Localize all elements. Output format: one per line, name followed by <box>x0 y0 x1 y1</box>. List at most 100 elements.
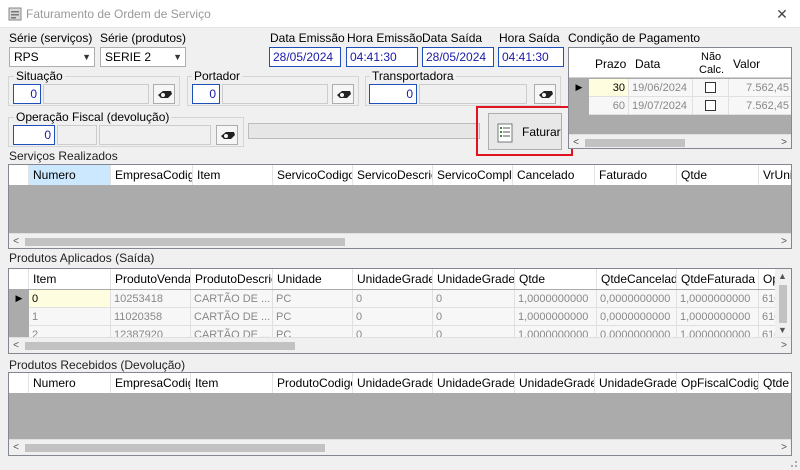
horizontal-scrollbar[interactable]: < > <box>569 134 791 148</box>
portador-code-field[interactable]: 0 <box>192 84 220 104</box>
col-servico-codigo[interactable]: ServicoCodigo <box>273 165 353 185</box>
col-unidade-grade3[interactable]: UnidadeGrade3 <box>515 373 595 393</box>
checkbox[interactable] <box>705 100 716 111</box>
col-empresa-codigo[interactable]: EmpresaCodigo <box>111 165 193 185</box>
servicos-grid[interactable]: Numero EmpresaCodigo Item ServicoCodigo … <box>8 164 792 249</box>
col-unidade-grade4[interactable]: UnidadeGrade4 <box>595 373 677 393</box>
cell-qtde[interactable]: 1,0000000000 <box>515 290 597 308</box>
col-produto-codigo[interactable]: ProdutoCodigo <box>273 373 353 393</box>
col-qtde[interactable]: Qtde <box>515 269 597 289</box>
scroll-thumb[interactable] <box>25 238 345 246</box>
table-row[interactable]: 60 19/07/2024 7.562,45 <box>569 97 791 115</box>
table-row[interactable]: 1 11020358 CARTÃO DE ... PC 0 0 1,000000… <box>9 308 777 326</box>
data-emissao-field[interactable]: 28/05/2024 <box>269 47 341 67</box>
cell-unidade[interactable]: PC <box>273 308 353 326</box>
close-button[interactable]: ✕ <box>764 0 800 28</box>
cell-valor[interactable]: 7.562,45 <box>729 79 791 97</box>
scroll-down-icon[interactable]: ▼ <box>778 325 787 335</box>
col-produto-venda-codigo[interactable]: ProdutoVendaCodigo <box>111 269 191 289</box>
cell-nao-calc[interactable] <box>693 97 729 115</box>
cell-unidade-grade2[interactable]: 0 <box>433 308 515 326</box>
horizontal-scrollbar[interactable]: < > <box>9 233 791 248</box>
scroll-thumb[interactable] <box>25 444 325 452</box>
scroll-thumb[interactable] <box>779 285 787 323</box>
scroll-up-icon[interactable]: ▲ <box>778 271 787 281</box>
cell-qtde-cancelada[interactable]: 0,0000000000 <box>597 308 677 326</box>
col-numero[interactable]: Numero <box>29 373 111 393</box>
col-cancelado[interactable]: Cancelado <box>513 165 595 185</box>
col-item[interactable]: Item <box>29 269 111 289</box>
scroll-right-icon[interactable]: > <box>777 135 791 148</box>
hora-emissao-field[interactable]: 04:41:30 <box>346 47 418 67</box>
col-op-fiscal-codigo[interactable]: OpFiscalCodigo <box>677 373 759 393</box>
horizontal-scrollbar[interactable]: < > <box>9 337 791 353</box>
data-saida-field[interactable]: 28/05/2024 <box>422 47 494 67</box>
produtos-aplicados-grid[interactable]: Item ProdutoVendaCodigo ProdutoDescricao… <box>8 268 792 354</box>
cell-unidade-grade1[interactable]: 0 <box>353 290 433 308</box>
cell-prazo[interactable]: 60 <box>589 97 629 115</box>
cell-qtde-faturada[interactable]: 1,0000000000 <box>677 290 759 308</box>
scroll-left-icon[interactable]: < <box>9 440 23 455</box>
situacao-code-field[interactable]: 0 <box>13 84 41 104</box>
scroll-thumb[interactable] <box>585 139 685 147</box>
col-unidade[interactable]: Unidade <box>273 269 353 289</box>
cell-produto-descricao[interactable]: CARTÃO DE ... <box>191 308 273 326</box>
scroll-left-icon[interactable]: < <box>569 135 583 148</box>
cell-qtde-cancelada[interactable]: 0,0000000000 <box>597 290 677 308</box>
situacao-search-button[interactable] <box>153 84 175 104</box>
scroll-right-icon[interactable]: > <box>777 234 791 248</box>
cell-prazo[interactable]: 30 <box>589 79 629 97</box>
operacao-fiscal-code-field[interactable]: 0 <box>13 125 55 145</box>
col-vr-unit[interactable]: VrUnit <box>759 165 791 185</box>
cell-unidade[interactable]: PC <box>273 290 353 308</box>
transportadora-search-button[interactable] <box>534 84 556 104</box>
table-row[interactable]: 0 10253418 CARTÃO DE ... PC 0 0 1,000000… <box>9 290 777 308</box>
col-servico-descricao[interactable]: ServicoDescricao <box>353 165 433 185</box>
table-row[interactable]: 30 19/06/2024 7.562,45 <box>569 79 791 97</box>
cell-item[interactable]: 1 <box>29 308 111 326</box>
transportadora-code-field[interactable]: 0 <box>369 84 417 104</box>
col-unidade-grade1[interactable]: UnidadeGrade1 <box>353 373 433 393</box>
scroll-left-icon[interactable]: < <box>9 234 23 248</box>
cell-qtde-faturada[interactable]: 1,0000000000 <box>677 308 759 326</box>
scroll-left-icon[interactable]: < <box>9 338 23 353</box>
col-produto-descricao[interactable]: ProdutoDescricao <box>191 269 273 289</box>
scroll-right-icon[interactable]: > <box>777 440 791 455</box>
col-qtde[interactable]: Qtde <box>759 373 791 393</box>
checkbox[interactable] <box>705 82 716 93</box>
scroll-right-icon[interactable]: > <box>777 338 791 353</box>
cell-data[interactable]: 19/06/2024 <box>629 79 693 97</box>
cell-nao-calc[interactable] <box>693 79 729 97</box>
col-unidade-grade2[interactable]: UnidadeGrade2 <box>433 269 515 289</box>
resize-grip-icon[interactable] <box>786 458 798 468</box>
cell-qtde[interactable]: 1,0000000000 <box>515 308 597 326</box>
cell-data[interactable]: 19/07/2024 <box>629 97 693 115</box>
scroll-thumb[interactable] <box>25 342 295 350</box>
cell-produto-venda-codigo[interactable]: 10253418 <box>111 290 191 308</box>
cell-produto-descricao[interactable]: CARTÃO DE ... <box>191 290 273 308</box>
col-item[interactable]: Item <box>191 373 273 393</box>
vertical-scrollbar[interactable]: ▲ ▼ <box>775 269 791 337</box>
col-empresa-codigo[interactable]: EmpresaCodigo <box>111 373 191 393</box>
col-qtde[interactable]: Qtde <box>677 165 759 185</box>
col-unidade-grade1[interactable]: UnidadeGrade1 <box>353 269 433 289</box>
cell-unidade-grade2[interactable]: 0 <box>433 290 515 308</box>
cell-valor[interactable]: 7.562,45 <box>729 97 791 115</box>
col-qtde-faturada[interactable]: QtdeFaturada <box>677 269 759 289</box>
portador-search-button[interactable] <box>332 84 354 104</box>
serie-servicos-select[interactable]: RPS ▼ <box>9 47 95 67</box>
horizontal-scrollbar[interactable]: < > <box>9 439 791 455</box>
operacao-fiscal-search-button[interactable] <box>216 125 238 145</box>
col-faturado[interactable]: Faturado <box>595 165 677 185</box>
cell-unidade-grade1[interactable]: 0 <box>353 308 433 326</box>
condicao-pagamento-grid[interactable]: Prazo Data Não Calc. Valor ▶ 30 19/06/20… <box>568 47 792 149</box>
serie-produtos-select[interactable]: SERIE 2 ▼ <box>100 47 186 67</box>
hora-saida-field[interactable]: 04:41:30 <box>498 47 564 67</box>
col-item[interactable]: Item <box>193 165 273 185</box>
col-servico-complemento[interactable]: ServicoComplemento <box>433 165 513 185</box>
col-numero[interactable]: Numero <box>29 165 111 185</box>
cell-item[interactable]: 0 <box>29 290 111 308</box>
col-qtde-cancelada[interactable]: QtdeCancelada <box>597 269 677 289</box>
cell-produto-venda-codigo[interactable]: 11020358 <box>111 308 191 326</box>
produtos-recebidos-grid[interactable]: Numero EmpresaCodigo Item ProdutoCodigo … <box>8 372 792 456</box>
